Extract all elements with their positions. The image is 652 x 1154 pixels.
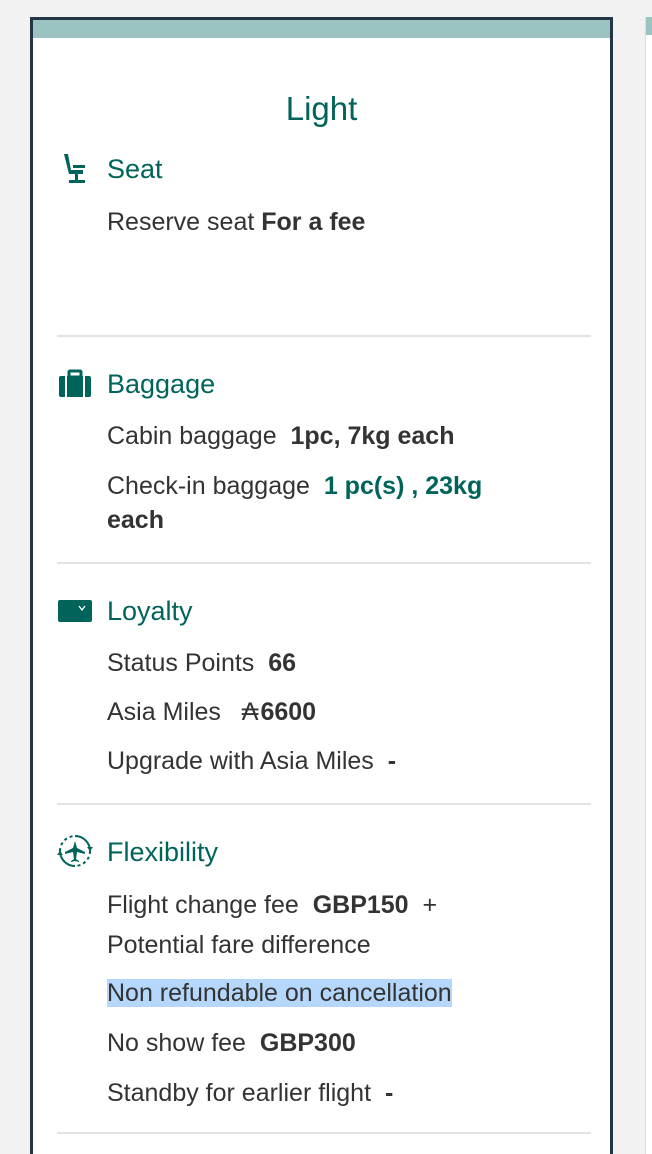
cabin-baggage-label: Cabin baggage [107, 422, 277, 450]
seat-icon [57, 150, 93, 186]
fare-comparison-page: Light Seat Reserve seat For a fee Baggag… [0, 0, 652, 1154]
asia-miles-value: 6600 [260, 698, 317, 726]
suitcase-icon [57, 365, 93, 401]
loyalty-title: Loyalty [107, 596, 193, 626]
standby-value: - [384, 1079, 394, 1107]
standby-row: Standby for earlier flight - [107, 1076, 393, 1110]
refund-row: Non refundable on cancellation [107, 976, 452, 1010]
section-divider [57, 562, 591, 564]
seat-section: Seat Reserve seat For a fee [57, 148, 592, 236]
fare-card-light[interactable]: Light Seat Reserve seat For a fee Baggag… [30, 17, 613, 1154]
status-points-row: Status Points 66 [107, 646, 296, 680]
flight-change-label: Flight change fee [107, 891, 299, 919]
fare-difference-text: Potential fare difference [107, 931, 371, 959]
section-divider [57, 1132, 591, 1134]
section-divider [57, 335, 591, 337]
standby-label: Standby for earlier flight [107, 1079, 372, 1107]
fare-difference-row: Potential fare difference [107, 928, 371, 962]
checkin-baggage-label: Check-in baggage [107, 472, 310, 500]
status-points-value: 66 [268, 649, 297, 677]
upgrade-miles-value: - [387, 747, 397, 775]
no-show-value: GBP300 [259, 1029, 356, 1057]
reserve-seat-row: Reserve seat For a fee [107, 205, 365, 239]
baggage-title: Baggage [107, 369, 216, 399]
checkin-baggage-value-cont: each [107, 506, 164, 534]
next-fare-card-top-bar [646, 17, 652, 35]
section-divider [57, 803, 591, 805]
asia-miles-row: Asia Miles ₳6600 [107, 695, 316, 729]
flight-change-plus: + [422, 891, 438, 919]
cabin-baggage-row: Cabin baggage 1pc, 7kg each [107, 419, 454, 453]
asia-miles-icon: ₳ [241, 698, 259, 726]
upgrade-miles-row: Upgrade with Asia Miles - [107, 744, 396, 778]
reserve-seat-label: Reserve seat [107, 208, 255, 236]
next-fare-card-edge[interactable] [645, 17, 652, 1154]
fare-title: Light [285, 90, 358, 127]
flight-change-value: GBP150 [312, 891, 409, 919]
reserve-seat-value: For a fee [261, 208, 366, 236]
plane-circle-arrows-icon [57, 833, 93, 869]
baggage-section: Baggage Cabin baggage 1pc, 7kg each Chec… [57, 363, 592, 534]
flexibility-section: Flexibility Flight change fee GBP150 + P… [57, 831, 592, 1107]
seat-title: Seat [107, 154, 163, 184]
flight-change-row: Flight change fee GBP150 + [107, 888, 437, 922]
refund-text: Non refundable on cancellation [107, 979, 452, 1007]
no-show-row: No show fee GBP300 [107, 1026, 356, 1060]
fare-card-top-bar [33, 20, 610, 38]
status-points-label: Status Points [107, 649, 255, 677]
checkin-baggage-row: Check-in baggage 1 pc(s) , 23kg [107, 469, 482, 503]
membership-card-icon [57, 592, 93, 628]
checkin-baggage-row-cont: each [107, 503, 164, 537]
loyalty-section: Loyalty Status Points 66 Asia Miles ₳660… [57, 590, 592, 775]
cabin-baggage-value: 1pc, 7kg each [290, 422, 455, 450]
flexibility-title: Flexibility [107, 837, 219, 867]
upgrade-miles-label: Upgrade with Asia Miles [107, 747, 374, 775]
checkin-baggage-value[interactable]: 1 pc(s) , 23kg [324, 472, 482, 500]
asia-miles-label: Asia Miles [107, 698, 221, 726]
no-show-label: No show fee [107, 1029, 246, 1057]
